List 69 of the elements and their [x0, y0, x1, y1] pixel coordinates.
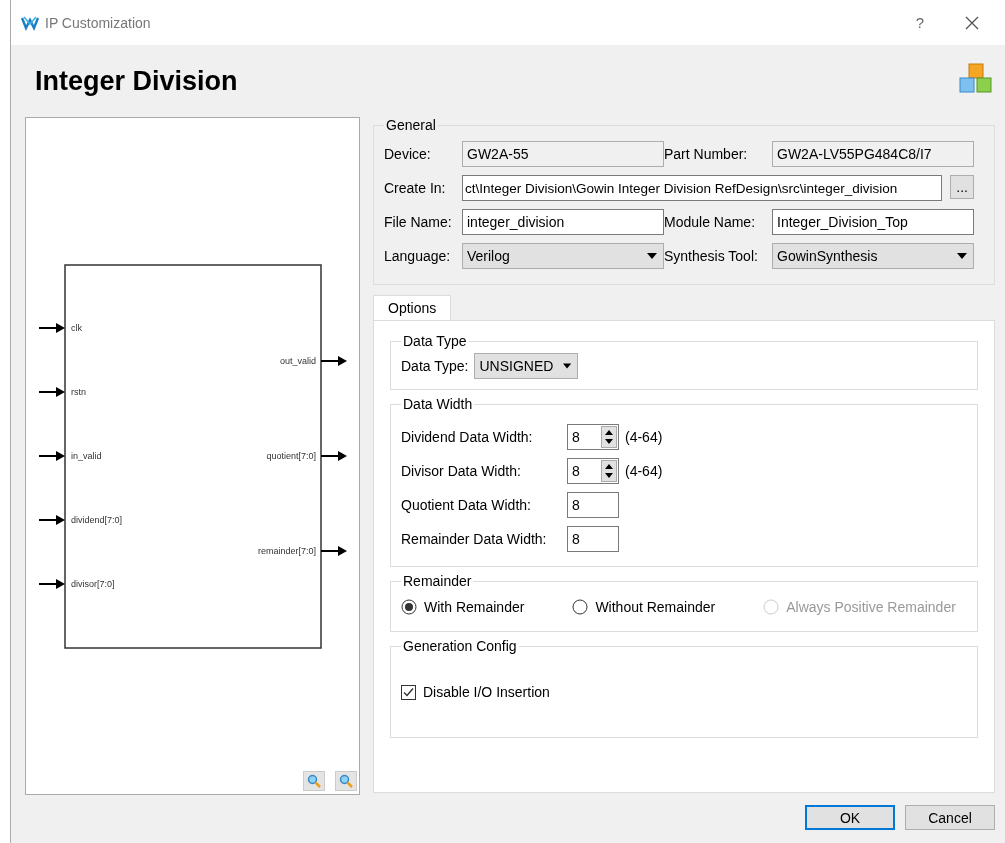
part-number-field[interactable]: GW2A-LV55PG484C8/I7: [772, 141, 974, 167]
group-title: Data Type: [402, 333, 468, 349]
spinner-arrows-icon: [601, 460, 617, 482]
field-label: Create In:: [384, 180, 447, 196]
input-arrow: [38, 451, 65, 461]
help-button[interactable]: ?: [897, 7, 943, 38]
field-label: Remainder Data Width:: [401, 531, 548, 547]
file-name-field[interactable]: integer_division: [462, 209, 664, 235]
port-label: rstn: [71, 387, 86, 397]
width-field[interactable]: 8: [567, 526, 619, 552]
port-label: divisor[7:0]: [71, 579, 115, 589]
field-label: File Name:: [384, 214, 453, 230]
caret-icon: [957, 253, 967, 259]
browse-button[interactable]: ...: [950, 175, 974, 199]
close-icon: [965, 15, 979, 30]
checkbox-option[interactable]: Disable I/O Insertion: [401, 684, 967, 700]
field-label: Device:: [384, 146, 432, 162]
port-label: dividend[7:0]: [71, 515, 123, 525]
field-label: Synthesis Tool:: [664, 248, 759, 264]
radio-option[interactable]: Without Remainder: [572, 599, 716, 615]
group-title: Remainder: [402, 573, 473, 589]
tab[interactable]: Options: [373, 295, 452, 320]
data-type-dropdown[interactable]: UNSIGNED: [474, 353, 579, 379]
input-arrow: [38, 515, 65, 525]
width-field[interactable]: 8: [567, 492, 619, 518]
zoom-out-button[interactable]: [335, 771, 357, 791]
input-arrow: [38, 579, 65, 589]
window-title: IP Customization: [45, 14, 151, 31]
range-hint: (4-64): [625, 429, 663, 445]
input-arrow: [38, 387, 65, 397]
group-title: Generation Config: [402, 638, 518, 654]
range-hint: (4-64): [625, 463, 663, 479]
group-title: Data Width: [402, 396, 474, 412]
checkbox-icon: [401, 684, 416, 700]
zoom-in-button[interactable]: [303, 771, 325, 791]
cancel-button[interactable]: Cancel: [905, 805, 995, 830]
radio-option[interactable]: With Remainder: [401, 599, 525, 615]
port-label: clk: [71, 323, 82, 333]
port-label: in_valid: [71, 451, 102, 461]
field-label: Dividend Data Width:: [401, 429, 534, 445]
input-arrow: [38, 323, 65, 333]
field-label: Quotient Data Width:: [401, 497, 532, 513]
port-label: quotient[7:0]: [266, 451, 316, 461]
output-arrow: [320, 356, 347, 366]
magnifier-icon: [339, 774, 353, 788]
app-logo-icon: [21, 14, 39, 31]
output-arrow: [320, 546, 347, 556]
field-label: Module Name:: [664, 214, 757, 230]
magnifier-icon: [307, 774, 321, 788]
language-dropdown[interactable]: Verilog: [462, 243, 664, 269]
spinner-arrows-icon: [601, 426, 617, 448]
device-field[interactable]: GW2A-55: [462, 141, 664, 167]
caret-icon: [647, 253, 657, 259]
synthesis-tool-dropdown[interactable]: GowinSynthesis: [772, 243, 974, 269]
page-heading: Integer Division: [34, 65, 238, 97]
ok-button[interactable]: OK: [805, 805, 895, 830]
field-label: Language:: [384, 248, 452, 264]
caret-icon: [563, 363, 572, 369]
port-label: remainder[7:0]: [257, 546, 316, 556]
path-field[interactable]: ct\Integer Division\Gowin Integer Division RefDesign\src\integer_division: [462, 175, 943, 201]
field-label: Part Number:: [664, 146, 749, 162]
field-label: Divisor Data Width:: [401, 463, 522, 479]
module-name-field[interactable]: Integer_Division_Top: [772, 209, 974, 235]
port-label: out_valid: [279, 356, 316, 366]
output-arrow: [320, 451, 347, 461]
field-label: Data Type:: [401, 358, 469, 374]
spin-box[interactable]: 8: [567, 424, 619, 450]
group-title: General: [385, 117, 437, 133]
spin-box[interactable]: 8: [567, 458, 619, 484]
